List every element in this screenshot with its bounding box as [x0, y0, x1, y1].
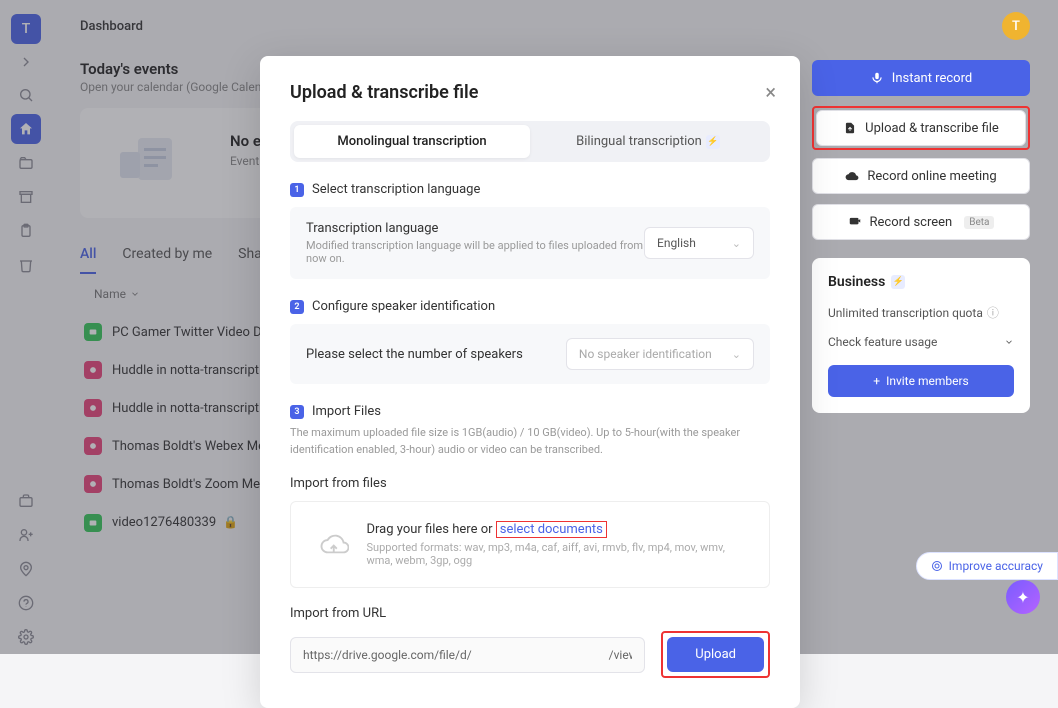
file-type-icon	[84, 323, 102, 341]
upload-button-highlight: Upload	[661, 631, 770, 678]
cloud-record-icon	[845, 169, 859, 183]
feature-usage-link[interactable]: Check feature usage	[828, 335, 1014, 349]
chevron-down-icon: ⌄	[732, 348, 741, 361]
quota-label: Unlimited transcription quota	[828, 306, 983, 320]
target-icon	[931, 560, 943, 572]
url-input[interactable]	[290, 637, 645, 673]
file-type-icon	[84, 475, 102, 493]
step-3-title: Import Files	[312, 404, 381, 419]
step-2-title: Configure speaker identification	[312, 299, 495, 314]
assistant-fab[interactable]: ✦	[1006, 580, 1040, 614]
chevron-down-icon	[130, 289, 140, 299]
file-type-icon	[84, 361, 102, 379]
avatar[interactable]: T	[1002, 12, 1030, 40]
cloud-upload-icon	[319, 527, 349, 563]
step-1-title: Select transcription language	[312, 182, 480, 197]
upload-modal: Upload & transcribe file × Monolingual t…	[260, 56, 800, 708]
chevron-down-icon	[1004, 337, 1014, 347]
info-icon[interactable]: ⓘ	[987, 304, 999, 321]
file-upload-icon	[843, 121, 857, 135]
import-note: The maximum uploaded file size is 1GB(au…	[290, 425, 770, 458]
beta-badge: Beta	[964, 216, 994, 229]
screen-icon	[848, 215, 862, 229]
record-screen-button[interactable]: Record screen Beta	[812, 204, 1030, 240]
lock-icon: 🔒	[223, 515, 238, 529]
clipboard-icon[interactable]	[11, 216, 41, 246]
tab-monolingual[interactable]: Monolingual transcription	[294, 125, 530, 158]
bolt-icon: ⚡	[891, 275, 905, 289]
tab-bilingual[interactable]: Bilingual transcription⚡	[530, 125, 766, 158]
user-plus-icon[interactable]	[11, 520, 41, 550]
calendar-illustration-icon	[110, 128, 190, 188]
speakers-label: Please select the number of speakers	[306, 347, 566, 362]
modal-title: Upload & transcribe file	[290, 82, 770, 103]
import-from-url-label: Import from URL	[290, 606, 770, 621]
briefcase-icon[interactable]	[11, 486, 41, 516]
pin-icon[interactable]	[11, 554, 41, 584]
bolt-icon: ⚡	[706, 135, 720, 149]
home-icon[interactable]	[11, 114, 41, 144]
business-title: Business	[828, 274, 885, 290]
folder-icon[interactable]	[11, 148, 41, 178]
file-dropzone[interactable]: Drag your files here or select documents…	[290, 501, 770, 588]
invite-members-button[interactable]: + Invite members	[828, 365, 1014, 397]
collapse-icon[interactable]	[16, 52, 36, 72]
record-online-button[interactable]: Record online meeting	[812, 158, 1030, 194]
close-icon[interactable]: ×	[765, 80, 776, 104]
upload-button-highlight: Upload & transcribe file	[812, 106, 1030, 150]
transcription-language-label: Transcription language	[306, 221, 644, 236]
import-from-files-label: Import from files	[290, 476, 770, 491]
speakers-select[interactable]: No speaker identification⌄	[566, 338, 754, 370]
transcription-language-sub: Modified transcription language will be …	[306, 239, 644, 265]
dropzone-text: Drag your files here or select documents	[367, 522, 750, 537]
business-card: Business ⚡ Unlimited transcription quota…	[812, 258, 1030, 413]
upload-transcribe-button[interactable]: Upload & transcribe file	[816, 110, 1026, 146]
page-title: Dashboard	[80, 19, 143, 34]
trash-icon[interactable]	[11, 250, 41, 280]
step-badge-1: 1	[290, 183, 304, 197]
instant-record-button[interactable]: Instant record	[812, 60, 1030, 96]
plus-icon: +	[873, 374, 880, 388]
improve-accuracy-button[interactable]: Improve accuracy	[916, 552, 1058, 580]
mic-icon	[870, 71, 884, 85]
step-badge-3: 3	[290, 405, 304, 419]
language-select[interactable]: English⌄	[644, 227, 754, 259]
file-type-icon	[84, 399, 102, 417]
settings-icon[interactable]	[11, 622, 41, 652]
archive-icon[interactable]	[11, 182, 41, 212]
help-icon[interactable]	[11, 588, 41, 618]
step-badge-2: 2	[290, 300, 304, 314]
tab-created-by-me[interactable]: Created by me	[122, 246, 212, 274]
file-type-icon	[84, 437, 102, 455]
tab-all[interactable]: All	[80, 246, 96, 274]
supported-formats: Supported formats: wav, mp3, m4a, caf, a…	[367, 541, 750, 567]
search-icon[interactable]	[11, 80, 41, 110]
upload-button[interactable]: Upload	[667, 637, 764, 672]
select-documents-link[interactable]: select documents	[496, 521, 607, 538]
file-type-icon	[84, 514, 102, 532]
chevron-down-icon: ⌄	[732, 237, 741, 250]
app-logo[interactable]: T	[11, 14, 41, 44]
